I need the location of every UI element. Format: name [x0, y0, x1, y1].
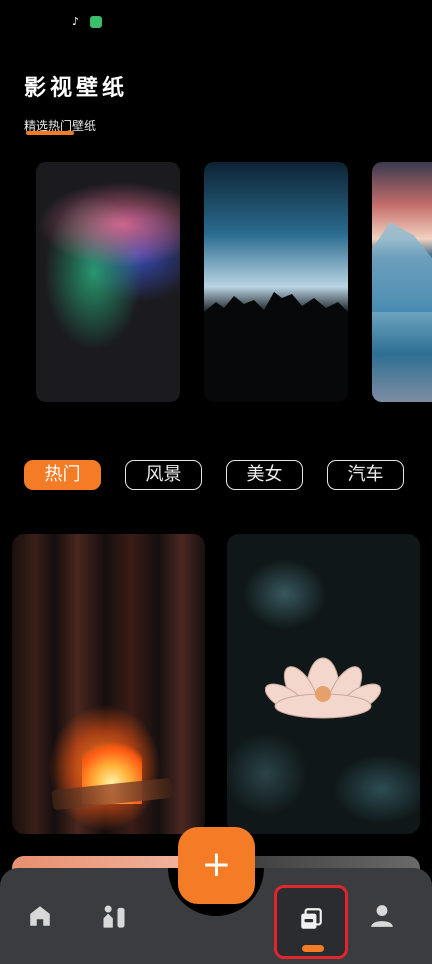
- user-icon: [371, 905, 393, 927]
- subtitle-underline: [26, 131, 74, 135]
- page-title: 影视壁纸: [24, 76, 129, 101]
- category-tabs: 热门 风景 美女 汽车: [0, 460, 432, 494]
- mountain-silhouette: [204, 292, 348, 402]
- carousel-card-iceberg[interactable]: [372, 162, 432, 402]
- nav-wallpaper[interactable]: [274, 885, 348, 959]
- app-icon: [90, 16, 102, 28]
- rank-icon: [103, 905, 125, 928]
- selected-indicator: [302, 945, 324, 952]
- tab-cars[interactable]: 汽车: [327, 460, 404, 490]
- nav-home[interactable]: [12, 868, 68, 964]
- wallpaper-lotus[interactable]: [227, 534, 420, 834]
- tab-scenery[interactable]: 风景: [125, 460, 202, 490]
- nav-rank[interactable]: [86, 868, 142, 964]
- featured-carousel[interactable]: [0, 160, 432, 404]
- plus-icon: +: [201, 844, 232, 885]
- carousel-card-aurora[interactable]: [36, 162, 180, 402]
- home-icon: [30, 906, 50, 926]
- add-button[interactable]: +: [178, 827, 255, 904]
- lotus-flower: [265, 657, 381, 719]
- wallpaper-icon: [301, 908, 322, 929]
- tab-beauty[interactable]: 美女: [226, 460, 303, 490]
- tiktok-icon: ♪: [72, 15, 80, 28]
- tab-hot[interactable]: 热门: [24, 460, 101, 490]
- nav-user[interactable]: [354, 868, 410, 964]
- status-bar: ♪: [72, 16, 102, 28]
- wallpaper-campfire[interactable]: [12, 534, 205, 834]
- carousel-card-mountain[interactable]: [204, 162, 348, 402]
- iceberg-shape: [372, 222, 432, 312]
